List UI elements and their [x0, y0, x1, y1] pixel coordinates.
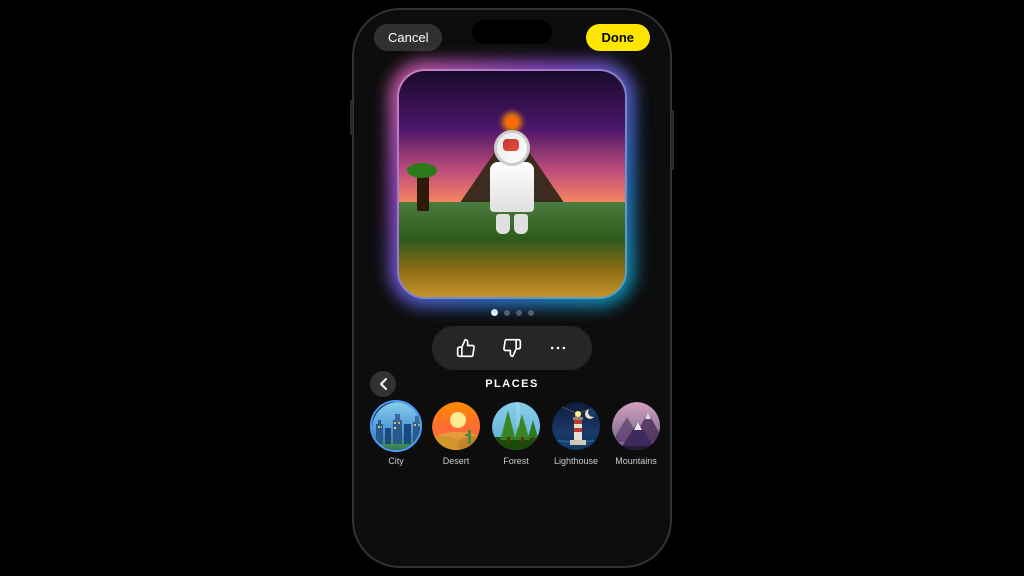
astro-leg-left	[496, 214, 510, 234]
place-item-forest[interactable]: Forest	[490, 400, 542, 466]
volcano-lava	[502, 112, 522, 132]
place-thumb-desert	[430, 400, 482, 452]
dynamic-island	[472, 20, 552, 44]
astro-legs	[496, 214, 528, 234]
place-thumb-mountains	[610, 400, 662, 452]
astronaut-figure	[490, 130, 534, 234]
dot-4[interactable]	[528, 310, 534, 316]
back-button[interactable]	[370, 371, 396, 397]
main-image-container	[397, 69, 627, 299]
place-label-forest: Forest	[503, 456, 529, 466]
palm-left	[417, 171, 429, 211]
place-item-lighthouse[interactable]: Lighthouse	[550, 400, 602, 466]
pagination-dots	[491, 309, 534, 316]
astro-body	[490, 162, 534, 212]
astro-helmet	[494, 130, 530, 166]
city-thumbnail-svg	[372, 402, 422, 452]
place-thumb-city	[370, 400, 422, 452]
phone-screen: Cancel Done	[354, 10, 670, 566]
places-grid: City	[354, 396, 670, 470]
dot-1[interactable]	[491, 309, 498, 316]
thumbs-up-button[interactable]	[452, 334, 480, 362]
mountains-thumbnail-svg	[612, 402, 662, 452]
place-item-city[interactable]: City	[370, 400, 422, 466]
lighthouse-thumbnail-svg	[552, 402, 602, 452]
dot-2[interactable]	[504, 310, 510, 316]
place-thumb-lighthouse	[550, 400, 602, 452]
astronaut-scene	[399, 71, 625, 297]
forest-thumbnail-svg	[492, 402, 542, 452]
place-thumb-forest	[490, 400, 542, 452]
cancel-button[interactable]: Cancel	[374, 24, 442, 51]
places-title: PLACES	[485, 378, 539, 390]
place-label-desert: Desert	[443, 456, 470, 466]
place-item-desert[interactable]: Desert	[430, 400, 482, 466]
action-buttons	[432, 326, 592, 370]
more-options-button[interactable]	[544, 334, 572, 362]
image-frame	[397, 69, 627, 299]
place-label-lighthouse: Lighthouse	[554, 456, 598, 466]
places-section: PLACES	[354, 370, 670, 566]
dot-3[interactable]	[516, 310, 522, 316]
place-label-city: City	[388, 456, 404, 466]
astro-leg-right	[514, 214, 528, 234]
phone-device: Cancel Done	[352, 8, 672, 568]
done-button[interactable]: Done	[586, 24, 651, 51]
places-header: PLACES	[354, 370, 670, 396]
place-item-mountains[interactable]: Mountains	[610, 400, 662, 466]
place-label-mountains: Mountains	[615, 456, 657, 466]
desert-thumbnail-svg	[432, 402, 482, 452]
thumbs-down-button[interactable]	[498, 334, 526, 362]
